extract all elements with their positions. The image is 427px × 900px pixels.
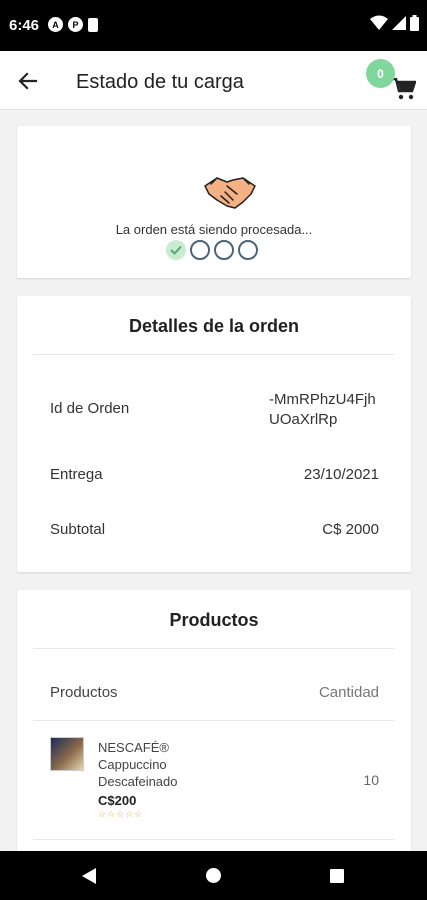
product-name: NESCAFÉ® Cappuccino Descafeinado [98, 740, 178, 789]
page-title: Estado de tu carga [76, 71, 244, 93]
cart-count-badge: 0 [366, 59, 395, 88]
system-navigation-bar [0, 851, 427, 900]
order-id-label: Id de Orden [50, 400, 130, 417]
order-status-message: La orden está siendo procesada... [115, 222, 313, 237]
quantity-column-header: Cantidad [318, 684, 379, 701]
product-rating-stars: ☆☆☆☆☆ [98, 809, 144, 819]
check-icon [170, 245, 182, 255]
divider [33, 839, 395, 840]
arrow-back-icon [18, 72, 38, 90]
order-id-value: -MmRPhzU4FjhUOaXrlRp [269, 391, 376, 428]
progress-steps [166, 240, 258, 260]
shopping-cart-icon [392, 78, 416, 100]
step-pending [214, 240, 234, 260]
delivery-label: Entrega [50, 466, 103, 483]
cart-button[interactable]: 0 [366, 59, 418, 103]
divider [33, 354, 395, 355]
product-price: C$200 [98, 793, 137, 808]
notification-icons: A P [48, 17, 98, 32]
step-pending [190, 240, 210, 260]
handshake-icon [204, 177, 256, 209]
signal-icon [392, 16, 406, 30]
subtotal-label: Subtotal [50, 521, 106, 538]
order-status-card: La orden está siendo procesada... [17, 126, 411, 278]
notification-p-icon: P [68, 17, 83, 32]
nav-back-icon[interactable] [82, 868, 96, 884]
products-card: Productos Productos Cantidad NESCAFÉ® Ca… [17, 590, 411, 852]
battery-icon [410, 15, 419, 31]
product-image [50, 737, 84, 771]
subtotal-value: C$ 2000 [322, 521, 379, 538]
notification-a-icon: A [48, 17, 63, 32]
details-title: Detalles de la orden [128, 316, 300, 336]
app-bar: Estado de tu carga 0 [0, 51, 427, 110]
wifi-icon [370, 15, 388, 30]
sd-card-icon [88, 17, 98, 32]
products-column-header: Productos [50, 684, 118, 701]
delivery-value: 23/10/2021 [303, 466, 379, 483]
divider [33, 648, 395, 649]
nav-home-icon[interactable] [206, 868, 221, 883]
product-quantity: 10 [363, 772, 379, 788]
step-pending [238, 240, 258, 260]
status-bar: 6:46 A P [0, 0, 427, 51]
nav-recents-icon[interactable] [330, 869, 344, 883]
order-details-card: Detalles de la orden Id de Orden -MmRPhz… [17, 296, 411, 572]
status-time: 6:46 [9, 17, 40, 34]
products-title: Productos [169, 610, 259, 630]
step-completed [166, 240, 186, 260]
system-icons [370, 15, 419, 31]
back-button[interactable] [14, 67, 42, 95]
divider [33, 720, 395, 721]
